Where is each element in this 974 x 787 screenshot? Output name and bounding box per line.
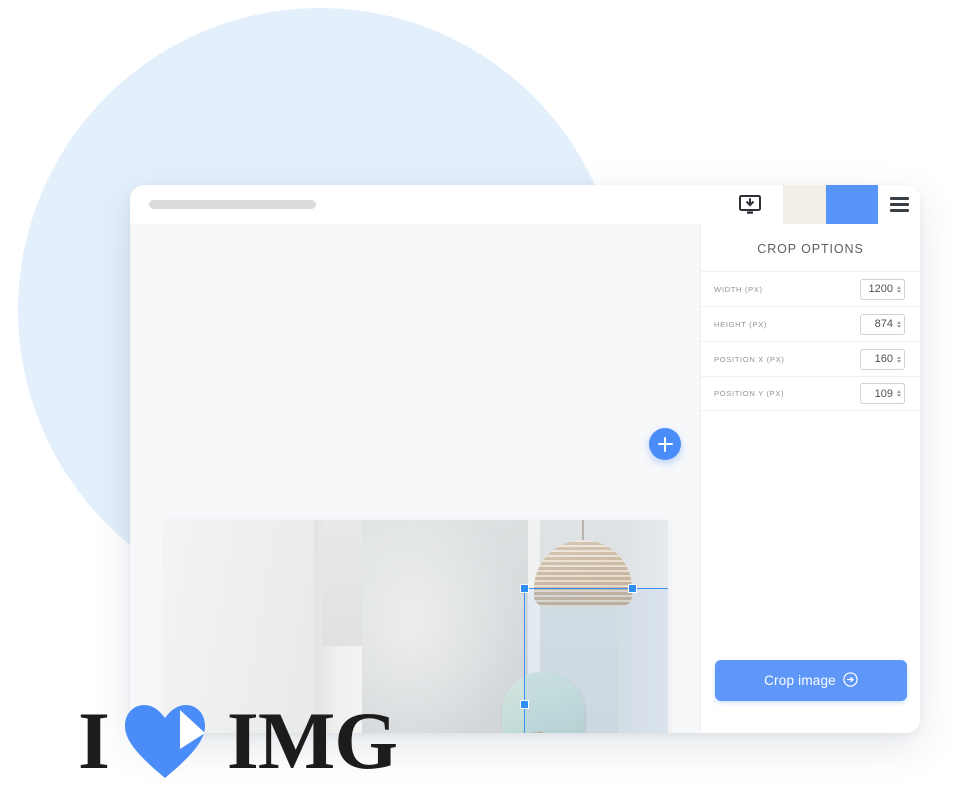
position-y-input[interactable]: 109	[860, 383, 905, 404]
logo-letter-i: I	[78, 695, 110, 786]
panel-title: CROP OPTIONS	[757, 242, 864, 256]
crop-handle-middle-left[interactable]	[520, 700, 529, 709]
crop-handle-top-center[interactable]	[628, 584, 637, 593]
url-input[interactable]	[149, 200, 316, 209]
browser-window: CROP OPTIONS WIDTH (PX) 1200 HEIGHT (PX)…	[130, 185, 920, 733]
brand-logo: I IMG	[78, 695, 398, 786]
option-row-position-y: POSITION Y (PX) 109	[701, 376, 920, 411]
monitor-download-icon[interactable]	[717, 185, 783, 224]
crop-image-button[interactable]: Crop image	[715, 660, 907, 701]
position-y-value: 109	[874, 387, 893, 400]
browser-toolbar	[130, 185, 920, 225]
width-stepper[interactable]	[895, 285, 901, 293]
crop-options-panel: CROP OPTIONS WIDTH (PX) 1200 HEIGHT (PX)…	[700, 224, 920, 733]
width-label: WIDTH (PX)	[714, 284, 763, 294]
position-x-input[interactable]: 160	[860, 348, 905, 370]
option-row-width: WIDTH (PX) 1200	[701, 271, 920, 306]
option-row-height: HEIGHT (PX) 874	[701, 306, 920, 341]
editor-canvas	[130, 224, 700, 733]
position-x-value: 160	[874, 353, 893, 365]
url-bar-container[interactable]	[130, 200, 717, 209]
height-value: 874	[874, 318, 893, 330]
plus-icon-vertical	[664, 436, 666, 452]
lamp-cord	[582, 520, 584, 542]
logo-word-img: IMG	[226, 695, 398, 786]
crop-image-button-label: Crop image	[764, 673, 836, 688]
hamburger-menu-icon[interactable]	[878, 185, 920, 224]
height-label: HEIGHT (PX)	[714, 319, 767, 329]
position-y-label: POSITION Y (PX)	[714, 389, 785, 398]
toolbar-beige-block[interactable]	[783, 185, 826, 224]
heart-icon	[123, 703, 207, 779]
height-input[interactable]: 874	[860, 313, 905, 335]
toolbar-blue-block[interactable]	[826, 185, 878, 224]
crop-handle-top-left[interactable]	[520, 584, 529, 593]
add-image-button[interactable]	[649, 428, 681, 460]
position-x-label: POSITION X (PX)	[714, 354, 785, 364]
width-value: 1200	[868, 283, 893, 295]
height-stepper[interactable]	[895, 320, 901, 328]
position-x-stepper[interactable]	[895, 355, 901, 363]
position-y-stepper[interactable]	[895, 390, 901, 397]
crop-selection-box[interactable]	[520, 584, 668, 733]
arrow-right-circle-icon	[843, 671, 858, 690]
option-row-position-x: POSITION X (PX) 160	[701, 341, 920, 376]
width-input[interactable]: 1200	[860, 278, 905, 300]
